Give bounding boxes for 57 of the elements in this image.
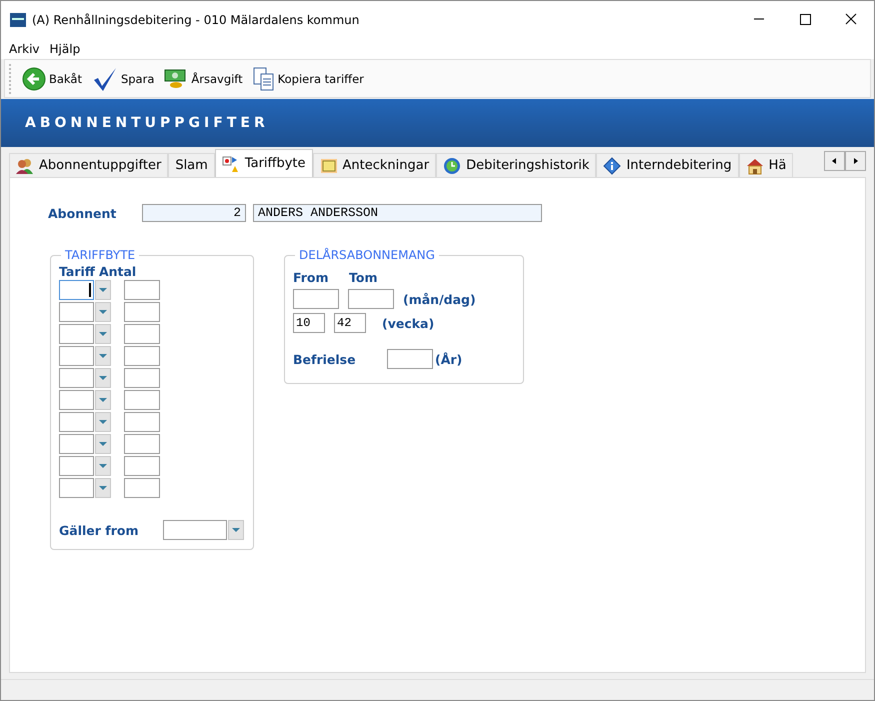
note-icon <box>320 158 338 174</box>
money-icon <box>164 68 188 88</box>
tab[interactable]: Debiteringshistorik <box>436 153 596 177</box>
quantity-field[interactable] <box>124 346 160 366</box>
quantity-field[interactable] <box>124 324 160 344</box>
menu-item[interactable]: Hjälp <box>50 42 80 56</box>
window-title: (A) Renhållningsdebitering - 010 Mälardalens kommun <box>32 13 360 27</box>
tab[interactable]: Anteckningar <box>312 153 436 177</box>
toolbar-button[interactable]: Spara <box>90 66 156 92</box>
field-label: Abonnent <box>48 206 118 220</box>
app-icon <box>10 13 26 27</box>
scroll-right-icon[interactable] <box>845 151 866 171</box>
section-header: ABONNENTUPPGIFTER <box>1 99 874 147</box>
to-week-field[interactable]: 42 <box>334 313 366 333</box>
column-label: From <box>293 270 330 285</box>
column-label: Antal <box>98 264 136 279</box>
scroll-left-icon[interactable] <box>824 151 845 171</box>
quantity-field[interactable] <box>124 434 160 454</box>
tab[interactable]: Hä <box>738 153 794 177</box>
subscriber-name-field: ANDERS ANDERSSON <box>253 204 542 222</box>
group-title: TARIFFBYTE <box>64 248 136 262</box>
swap-icon <box>222 154 240 172</box>
documents-icon <box>252 66 275 90</box>
quantity-field[interactable] <box>124 280 160 300</box>
house-icon <box>746 156 764 174</box>
column-label: Tariff <box>59 264 95 279</box>
unit-label: (vecka) <box>382 316 434 330</box>
quantity-field[interactable] <box>124 412 160 432</box>
toolbar-button[interactable]: Årsavgift <box>162 68 245 88</box>
tab[interactable]: Interndebitering <box>596 153 739 177</box>
quantity-field[interactable] <box>124 368 160 388</box>
info-icon <box>603 156 622 174</box>
date-combo[interactable] <box>163 520 244 540</box>
field-label: Befrielse <box>293 352 357 366</box>
quantity-field[interactable] <box>124 456 160 476</box>
unit-label: (mån/dag) <box>403 292 476 306</box>
quantity-field[interactable] <box>124 478 160 498</box>
tab[interactable]: Slam <box>168 153 215 177</box>
quantity-field[interactable] <box>124 390 160 410</box>
from-date-field[interactable] <box>293 289 339 309</box>
people-icon <box>16 158 34 174</box>
tariff-combo[interactable] <box>59 280 111 300</box>
toolbar-button[interactable]: Kopiera tariffer <box>250 66 366 90</box>
subscriber-number-field: 2 <box>142 204 246 222</box>
unit-label: (År) <box>435 352 462 366</box>
column-label: Tom <box>349 270 378 285</box>
tab[interactable]: Abonnentuppgifter <box>9 153 168 177</box>
from-week-field[interactable]: 10 <box>293 313 325 333</box>
menu-item[interactable]: Arkiv <box>9 42 40 56</box>
to-date-field[interactable] <box>348 289 394 309</box>
exemption-field[interactable] <box>387 349 433 369</box>
field-label: Gäller from <box>59 522 138 538</box>
toolbar-button[interactable]: Bakåt <box>20 66 84 90</box>
group-title: DELÅRSABONNEMANG <box>298 248 436 262</box>
tab[interactable]: Tariffbyte <box>214 149 313 177</box>
clock-icon <box>443 156 462 174</box>
quantity-field[interactable] <box>124 302 160 322</box>
